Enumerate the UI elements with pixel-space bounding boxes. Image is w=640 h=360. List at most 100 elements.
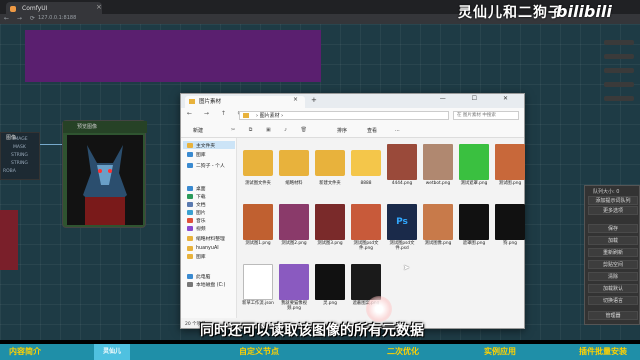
file-item[interactable]: 测试图1.png	[239, 204, 277, 260]
side-button[interactable]	[604, 68, 634, 73]
file-item[interactable]: 新建文件夹	[311, 144, 349, 200]
image-thumbnail	[351, 264, 381, 300]
sidebar-item[interactable]: 缩略材料整理	[187, 234, 225, 242]
file-item[interactable]: 测试图2.png	[275, 204, 313, 260]
file-item[interactable]: 测试图psd文件.png	[347, 204, 385, 260]
file-name: 测试图文件夹	[245, 181, 271, 186]
sidebar-item[interactable]: 图片	[187, 208, 206, 216]
menu-button[interactable]: 清除	[588, 272, 638, 281]
side-button[interactable]	[604, 54, 634, 59]
side-button[interactable]	[604, 40, 634, 45]
file-item[interactable]: Ps 测试图psd文件.psd	[383, 204, 421, 260]
sidebar-item[interactable]: 下载	[187, 192, 206, 200]
file-name: 测试图像.png	[424, 241, 452, 246]
file-item[interactable]: 新草工作流.json	[239, 264, 277, 320]
file-item[interactable]: 测试图文件夹	[239, 144, 277, 200]
menu-button[interactable]: 保存	[588, 224, 638, 233]
more-button[interactable]: ...	[395, 127, 400, 133]
sort-button[interactable]: 排序	[337, 127, 347, 134]
file-item[interactable]: 狗.png	[491, 204, 529, 260]
file-item[interactable]: 测试遮罩.png	[455, 144, 493, 200]
sidebar-item[interactable]: 图库	[187, 150, 206, 158]
sidebar-item[interactable]: huanyuAI	[187, 244, 219, 252]
menu-button[interactable]: 管理器	[588, 311, 638, 320]
folder-icon	[315, 150, 345, 176]
search-input[interactable]: 在 图片素材 中搜索	[453, 111, 519, 120]
menu-button[interactable]: 剪贴空间	[588, 260, 638, 269]
image-thumbnail	[387, 144, 417, 180]
image-thumbnail	[315, 204, 345, 240]
browser-nav-icons[interactable]: ← → ⟳	[4, 15, 38, 22]
video-subtitle: 同时还可以读取该图像的所有元数据	[200, 323, 424, 339]
output-label: STRING	[11, 153, 28, 158]
path-input[interactable]: › 图片素材 ›	[239, 111, 449, 120]
file-item[interactable]: 我就要猫像视频.png	[275, 264, 313, 320]
chapter-intro[interactable]: 内容简介	[0, 344, 50, 360]
sidebar-item[interactable]: 文档	[187, 200, 206, 208]
file-item[interactable]: 缩略材料	[275, 144, 313, 200]
file-item[interactable]: 8888	[347, 144, 385, 200]
chapter-optimize[interactable]: 二次优化	[376, 344, 430, 360]
picture-icon	[187, 209, 193, 215]
node-group[interactable]	[25, 30, 321, 82]
file-item[interactable]: 4444.png	[383, 144, 421, 200]
folder-icon	[187, 253, 193, 259]
file-item[interactable]: 遮罩图.png	[455, 204, 493, 260]
image-thumbnail	[279, 264, 309, 300]
sidebar-item-label: 图库	[196, 152, 206, 158]
folder-icon	[187, 235, 193, 241]
sidebar-item-label: 图片	[196, 210, 206, 216]
cursor-highlight	[366, 296, 392, 322]
watermark-text: 灵仙儿和二狗子	[458, 5, 563, 21]
sidebar-item[interactable]: 本地磁盘 (C:)	[187, 280, 225, 288]
sidebar-item-label: 文档	[196, 202, 206, 208]
toolbar-icons[interactable]: ✂ ⧉ ▣ ⤴ 🗑	[231, 127, 313, 133]
sidebar-item-label: 图库	[196, 254, 206, 260]
menu-button[interactable]: 重新刷新	[588, 248, 638, 257]
file-item[interactable]: 测试图像.png	[419, 204, 457, 260]
browser-tab[interactable]: ComfyUI	[6, 2, 102, 16]
music-icon	[187, 217, 193, 223]
chapter-examples[interactable]: 实例应用	[470, 344, 530, 360]
view-button[interactable]: 查看	[367, 127, 377, 134]
json-file-icon	[243, 264, 273, 300]
side-button[interactable]	[604, 96, 634, 101]
preview-image-node[interactable]: 预览图像	[62, 120, 147, 228]
tab-close-icon[interactable]: ×	[293, 96, 298, 103]
menu-button[interactable]: 添加提示词队列	[588, 196, 638, 205]
sidebar-item[interactable]: 图库	[187, 252, 206, 260]
file-name: 4444.png	[391, 181, 413, 186]
menu-button[interactable]: 切换语言	[588, 296, 638, 305]
new-button[interactable]: 新建	[193, 127, 203, 134]
window-controls[interactable]: — ☐ ✕	[440, 95, 520, 102]
file-name: 测试图3.png	[317, 241, 343, 246]
desktop-icon	[187, 185, 193, 191]
sidebar-item-label: 本地磁盘 (C:)	[196, 282, 226, 288]
file-item[interactable]: 灵.png	[311, 264, 349, 320]
chapter-custom-nodes[interactable]: 自定义节点	[226, 344, 292, 360]
sidebar-item[interactable]: 桌面	[187, 184, 206, 192]
file-name: wetbot.png	[425, 181, 451, 186]
file-name: 测试图psd文件.psd	[389, 241, 415, 251]
sidebar-item[interactable]: 视频	[187, 224, 206, 232]
file-explorer-window[interactable]: 图片素材 × + — ☐ ✕ ← → ↑ ⟳ › 图片素材 › 在 图片素材 中…	[180, 93, 525, 329]
sidebar-item[interactable]: 二狗子 - 个人	[187, 161, 225, 169]
new-tab-icon[interactable]: +	[311, 96, 317, 104]
tab-close-icon[interactable]: ×	[96, 3, 102, 11]
menu-button[interactable]: 加载默认	[588, 284, 638, 293]
sidebar-item[interactable]: 此电脑	[187, 272, 210, 280]
sidebar-item-label: 缩略材料整理	[196, 236, 225, 242]
chapter-plugin-install[interactable]: 插件批量安装	[568, 344, 638, 360]
file-item[interactable]: wetbot.png	[419, 144, 457, 200]
file-item[interactable]: 测试图.png	[491, 144, 529, 200]
home-icon	[187, 142, 193, 148]
explorer-tab[interactable]: 图片素材	[185, 96, 305, 108]
address-text[interactable]: 127.0.0.1:8188	[38, 15, 76, 21]
sidebar-item[interactable]: 主文件夹	[187, 141, 215, 149]
file-item[interactable]: 测试图3.png	[311, 204, 349, 260]
partial-image	[0, 210, 18, 270]
sidebar-item[interactable]: 音乐	[187, 216, 206, 224]
menu-button[interactable]: 更多选项	[588, 206, 638, 215]
side-button[interactable]	[604, 82, 634, 87]
menu-button[interactable]: 加载	[588, 236, 638, 245]
